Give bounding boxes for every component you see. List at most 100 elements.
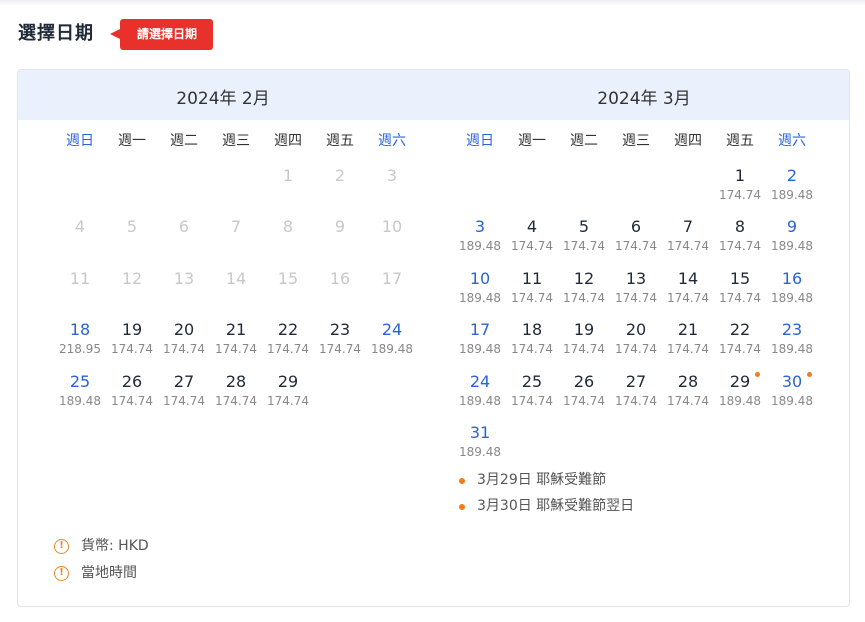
- calendar-day[interactable]: 29 174.74: [262, 372, 314, 420]
- currency-note: ! 貨幣: HKD: [54, 536, 149, 563]
- day-number: 23: [329, 320, 351, 340]
- calendar-day[interactable]: 24 189.48: [454, 372, 506, 420]
- day-number: 6: [630, 217, 642, 237]
- day-number: 27: [625, 371, 647, 391]
- calendar-day[interactable]: 26 174.74: [106, 372, 158, 420]
- day-price: 189.48: [459, 290, 501, 305]
- calendar-day: 3: [366, 166, 418, 214]
- day-price: 174.74: [163, 393, 205, 408]
- day-price: 174.74: [563, 342, 605, 357]
- day-number: 4: [74, 217, 86, 237]
- calendar-day[interactable]: 16 189.48: [766, 269, 818, 317]
- calendar-day[interactable]: 1 174.74: [714, 166, 766, 214]
- day-number: 6: [178, 217, 190, 237]
- month-title-feb: 2024年 2月: [176, 89, 270, 109]
- day-number: 12: [121, 268, 143, 288]
- calendar-day[interactable]: 28 174.74: [210, 372, 262, 420]
- day-number: 25: [69, 371, 91, 391]
- calendar-day[interactable]: 21 174.74: [662, 320, 714, 368]
- day-price: 174.74: [563, 290, 605, 305]
- calendar-day[interactable]: 14 174.74: [662, 269, 714, 317]
- day-number: 3: [474, 217, 486, 237]
- calendar-day[interactable]: 26 174.74: [558, 372, 610, 420]
- calendar-day[interactable]: 22 174.74: [714, 320, 766, 368]
- calendar-day[interactable]: 3 189.48: [454, 217, 506, 265]
- calendar-day: 13: [158, 269, 210, 317]
- calendar-day[interactable]: 29 189.48: [714, 371, 766, 420]
- calendar-day[interactable]: 18 174.74: [506, 320, 558, 368]
- calendar-day[interactable]: 22 174.74: [262, 320, 314, 368]
- calendar-day[interactable]: 13 174.74: [610, 269, 662, 317]
- weekday-label: 週三: [222, 133, 250, 149]
- calendar-day[interactable]: 31 189.48: [454, 423, 506, 471]
- weekday-label: 週六: [378, 133, 406, 149]
- day-number: 5: [578, 217, 590, 237]
- day-number: 10: [381, 217, 403, 237]
- day-price: 189.48: [59, 393, 101, 408]
- calendar-day[interactable]: 24 189.48: [366, 320, 418, 368]
- calendar-day[interactable]: 15 174.74: [714, 269, 766, 317]
- calendar-day[interactable]: 7 174.74: [662, 217, 714, 265]
- select-date-hint-badge: 請選擇日期: [109, 19, 214, 50]
- holiday-label: 3月30日 耶穌受難節翌日: [477, 498, 635, 514]
- month-title-mar: 2024年 3月: [597, 89, 691, 109]
- day-number: 20: [625, 320, 647, 340]
- calendar-day[interactable]: 4 174.74: [506, 217, 558, 265]
- calendar-day[interactable]: 17 189.48: [454, 320, 506, 368]
- calendar-day[interactable]: 25 174.74: [506, 372, 558, 420]
- section-header: 選擇日期: [18, 19, 94, 45]
- calendar-day[interactable]: 8 174.74: [714, 217, 766, 265]
- day-number: 8: [282, 217, 294, 237]
- calendar-day[interactable]: 19 174.74: [106, 320, 158, 368]
- calendar-day[interactable]: 27 174.74: [158, 372, 210, 420]
- calendar-day[interactable]: 25 189.48: [54, 372, 106, 420]
- weekday-label: 週日: [466, 133, 494, 149]
- day-number: 22: [277, 320, 299, 340]
- day-number: 13: [173, 268, 195, 288]
- calendar-day[interactable]: 20 174.74: [610, 320, 662, 368]
- calendar-day[interactable]: 11 174.74: [506, 269, 558, 317]
- calendar-day: 1: [262, 166, 314, 214]
- calendar-day[interactable]: 30 189.48: [766, 371, 818, 420]
- calendar-day: 8: [262, 217, 314, 265]
- calendar-day[interactable]: 20 174.74: [158, 320, 210, 368]
- day-price: 189.48: [459, 445, 501, 459]
- day-price: 174.74: [511, 393, 553, 408]
- weekday-label: 週四: [674, 133, 702, 149]
- calendar-day[interactable]: 23 189.48: [766, 320, 818, 368]
- calendar-day[interactable]: 18 218.95: [54, 320, 106, 368]
- day-number: 19: [573, 320, 595, 340]
- day-number: 18: [521, 320, 543, 340]
- day-number: 14: [225, 268, 247, 288]
- calendar-day[interactable]: 21 174.74: [210, 320, 262, 368]
- day-number: 15: [729, 268, 751, 288]
- calendar-day[interactable]: 6 174.74: [610, 217, 662, 265]
- day-price: 174.74: [615, 290, 657, 305]
- day-number: 19: [121, 320, 143, 340]
- day-price: 189.48: [719, 393, 761, 408]
- calendar-day[interactable]: 19 174.74: [558, 320, 610, 368]
- calendar-day[interactable]: 28 174.74: [662, 372, 714, 420]
- calendar-day[interactable]: 2 189.48: [766, 166, 818, 214]
- day-price: 189.48: [771, 188, 813, 202]
- day-price: 174.74: [267, 393, 309, 408]
- day-number: 7: [682, 217, 694, 237]
- day-number: 17: [381, 268, 403, 288]
- calendar-day[interactable]: 5 174.74: [558, 217, 610, 265]
- day-number: 24: [381, 320, 403, 340]
- calendar-day[interactable]: 23 174.74: [314, 320, 366, 368]
- calendar-day[interactable]: 27 174.74: [610, 372, 662, 420]
- calendar-day[interactable]: 9 189.48: [766, 217, 818, 265]
- day-number: 2: [786, 166, 798, 185]
- day-number: 12: [573, 268, 595, 288]
- day-number: 10: [469, 268, 491, 288]
- day-number: 25: [521, 371, 543, 391]
- calendar-day[interactable]: 10 189.48: [454, 269, 506, 317]
- day-number: 1: [734, 166, 746, 185]
- day-number: 20: [173, 320, 195, 340]
- day-price: 174.74: [667, 342, 709, 357]
- day-number: 11: [69, 268, 91, 288]
- currency-label: 貨幣: HKD: [81, 538, 149, 554]
- calendar-day[interactable]: 12 174.74: [558, 269, 610, 317]
- weekday-label: 週一: [518, 133, 546, 149]
